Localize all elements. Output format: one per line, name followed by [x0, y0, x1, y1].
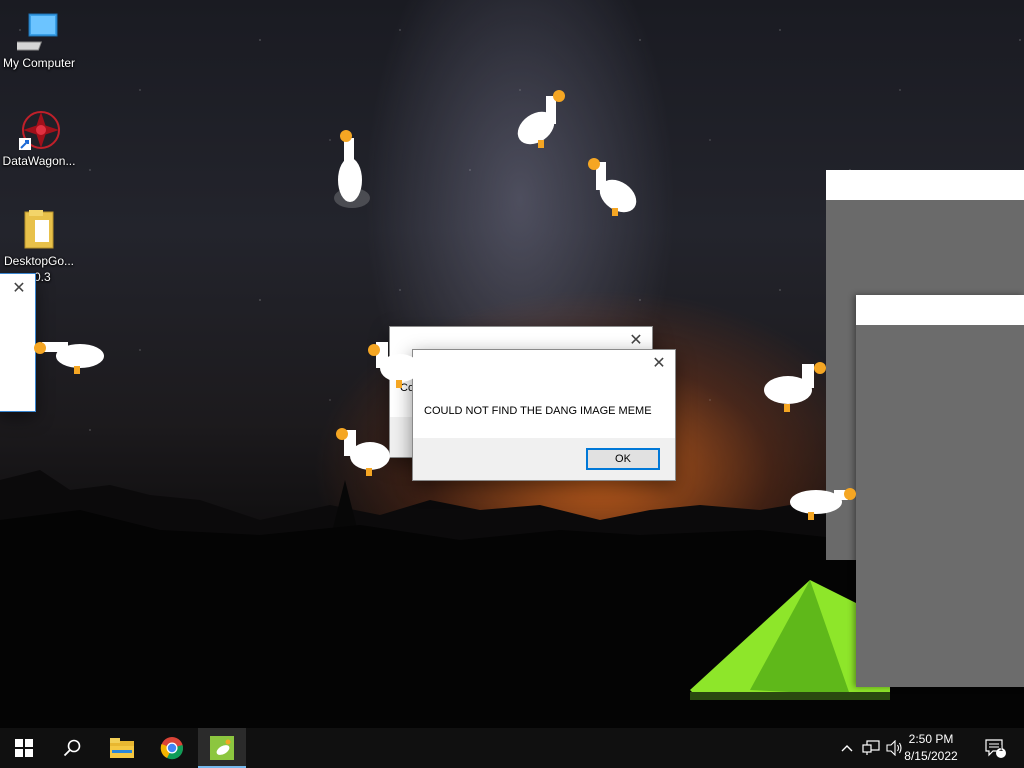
partial-window-left[interactable]: ✕: [0, 273, 36, 412]
notification-count-badge: 1: [998, 744, 1004, 753]
taskbar-chrome[interactable]: [148, 728, 196, 768]
desktop-icon-label: DesktopGo...: [3, 254, 75, 268]
goose-sprite: [588, 158, 637, 216]
chrome-icon: [160, 737, 183, 760]
window-titlebar: [826, 170, 1024, 200]
desktop-goose-icon: [210, 736, 234, 760]
dialog-message: COULD NOT FIND THE DANG IMAGE MEME: [424, 405, 652, 417]
goose-sprite: [334, 130, 370, 208]
desktop-icon-desktopgoose[interactable]: DesktopGo... 0.3: [0, 208, 78, 284]
network-icon: [862, 740, 880, 755]
search-icon: [63, 739, 81, 757]
goose-sprite: [368, 342, 420, 388]
taskbar: 2:50 PM 8/15/2022 1: [0, 728, 1024, 768]
file-explorer-icon: [110, 738, 134, 758]
goose-sprite: [34, 342, 104, 374]
goose-sprite: [790, 488, 856, 520]
taskbar-clock[interactable]: 2:50 PM 8/15/2022: [896, 731, 966, 765]
dialog-footer: OK: [413, 438, 675, 480]
clock-date: 8/15/2022: [904, 749, 958, 763]
goose-sprite: [764, 362, 826, 412]
desktop-icon-label: My Computer: [2, 56, 76, 70]
start-icon: [15, 739, 33, 757]
desktop-icon-label-suffix: 0.3: [34, 270, 51, 284]
clock-time: 2:50 PM: [908, 732, 954, 746]
right-window-front[interactable]: [856, 295, 1024, 687]
computer-icon: [17, 13, 58, 51]
ok-button[interactable]: OK: [586, 448, 660, 470]
close-icon[interactable]: ✕: [651, 356, 667, 372]
taskbar-file-explorer[interactable]: [98, 728, 146, 768]
tray-overflow-button[interactable]: [838, 728, 856, 768]
close-icon[interactable]: ✕: [11, 281, 27, 297]
folder-icon: [24, 210, 54, 249]
taskbar-desktop-goose[interactable]: [198, 728, 246, 768]
goose-sprite: [336, 428, 390, 476]
dialog-error[interactable]: ✕ COULD NOT FIND THE DANG IMAGE MEME OK: [412, 349, 676, 481]
goose-sprite: [517, 90, 565, 148]
window-titlebar: [856, 295, 1024, 325]
desktop-icon-label: DataWagon...: [2, 154, 76, 168]
action-center-button[interactable]: 1: [978, 728, 1012, 768]
chevron-up-icon: [841, 745, 853, 752]
datawagon-icon: [19, 111, 60, 150]
tray-network-button[interactable]: [860, 728, 882, 768]
search-button[interactable]: [48, 728, 96, 768]
desktop-icon-my-computer[interactable]: My Computer: [0, 10, 78, 70]
close-icon[interactable]: ✕: [628, 333, 644, 349]
start-button[interactable]: [0, 728, 48, 768]
desktop-icon-datawagon[interactable]: DataWagon...: [0, 108, 78, 168]
